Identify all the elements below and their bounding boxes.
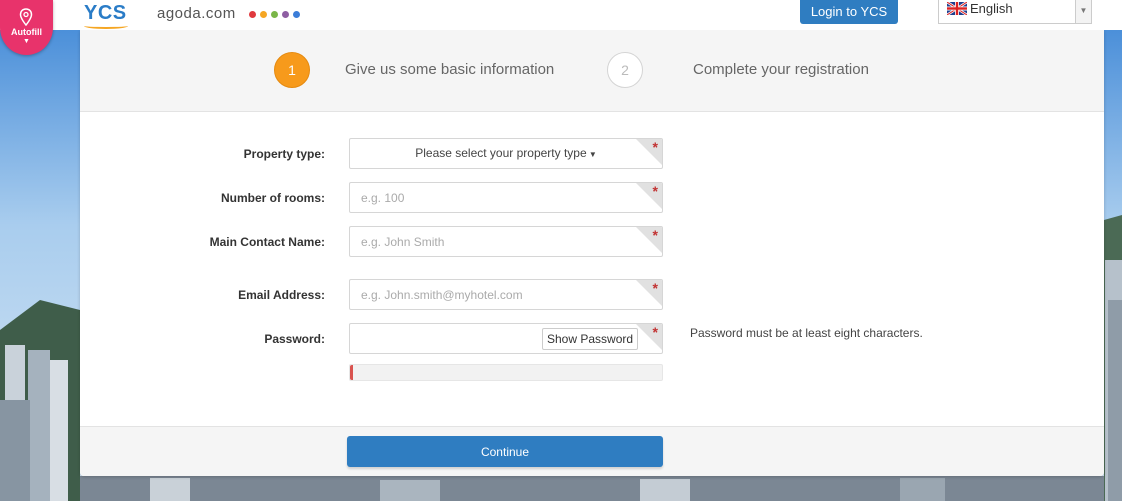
password-field: Show Password *: [349, 323, 663, 354]
step-1-label: Give us some basic information: [345, 61, 555, 78]
caret-down-icon: ▼: [586, 150, 597, 159]
agoda-logo[interactable]: agoda.com: [157, 5, 236, 22]
required-corner: [636, 227, 662, 253]
contact-name-input[interactable]: [350, 227, 662, 256]
agoda-dot: [260, 11, 267, 18]
registration-card: 1 Give us some basic information 2 Compl…: [80, 30, 1104, 476]
card-footer: Continue: [80, 426, 1104, 476]
required-asterisk: *: [652, 227, 658, 243]
password-strength-fill: [350, 365, 353, 380]
show-password-button[interactable]: Show Password: [542, 328, 639, 350]
password-strength-bar: [349, 364, 663, 381]
rooms-label: Number of rooms:: [220, 191, 325, 205]
language-selected: English: [970, 1, 1013, 16]
property-type-select[interactable]: Please select your property type ▼ *: [349, 138, 663, 169]
required-corner: [636, 324, 662, 350]
property-type-label: Property type:: [243, 147, 325, 161]
contact-name-field: *: [349, 226, 663, 257]
required-asterisk: *: [652, 280, 658, 296]
step-1-circle: 1: [274, 52, 310, 88]
chevron-down-icon[interactable]: ▼: [1075, 0, 1091, 23]
agoda-dot: [249, 11, 256, 18]
step-2-label: Complete your registration: [693, 61, 869, 78]
autofill-label: Autofill: [11, 27, 42, 37]
email-label: Email Address:: [238, 288, 325, 302]
top-bar: YCS agoda.com Login to YCS English ▼: [0, 0, 1122, 30]
map-pin-icon: [19, 8, 33, 26]
password-label: Password:: [264, 332, 325, 346]
agoda-dot: [293, 11, 300, 18]
caret-down-icon: ▼: [23, 38, 30, 45]
login-to-ycs-button[interactable]: Login to YCS: [800, 0, 898, 24]
autofill-button[interactable]: Autofill ▼: [0, 0, 53, 55]
contact-name-label: Main Contact Name:: [209, 235, 325, 249]
required-corner: [636, 280, 662, 306]
rooms-field: *: [349, 182, 663, 213]
continue-button[interactable]: Continue: [347, 436, 663, 467]
property-type-value: Please select your property type: [415, 146, 587, 160]
email-input[interactable]: [350, 280, 662, 309]
agoda-dot: [271, 11, 278, 18]
required-asterisk: *: [652, 139, 658, 155]
agoda-logo-dots: [249, 11, 300, 18]
language-select[interactable]: English ▼: [938, 0, 1092, 24]
required-asterisk: *: [652, 183, 658, 199]
uk-flag-icon: [947, 2, 967, 15]
step-indicator: 1 Give us some basic information 2 Compl…: [80, 30, 1104, 112]
ycs-logo[interactable]: YCS: [84, 2, 128, 29]
required-asterisk: *: [652, 324, 658, 340]
required-corner: [636, 183, 662, 209]
agoda-dot: [282, 11, 289, 18]
email-field: *: [349, 279, 663, 310]
required-corner: [636, 139, 662, 165]
step-2-circle: 2: [607, 52, 643, 88]
password-hint: Password must be at least eight characte…: [690, 326, 923, 340]
rooms-input[interactable]: [350, 183, 662, 212]
